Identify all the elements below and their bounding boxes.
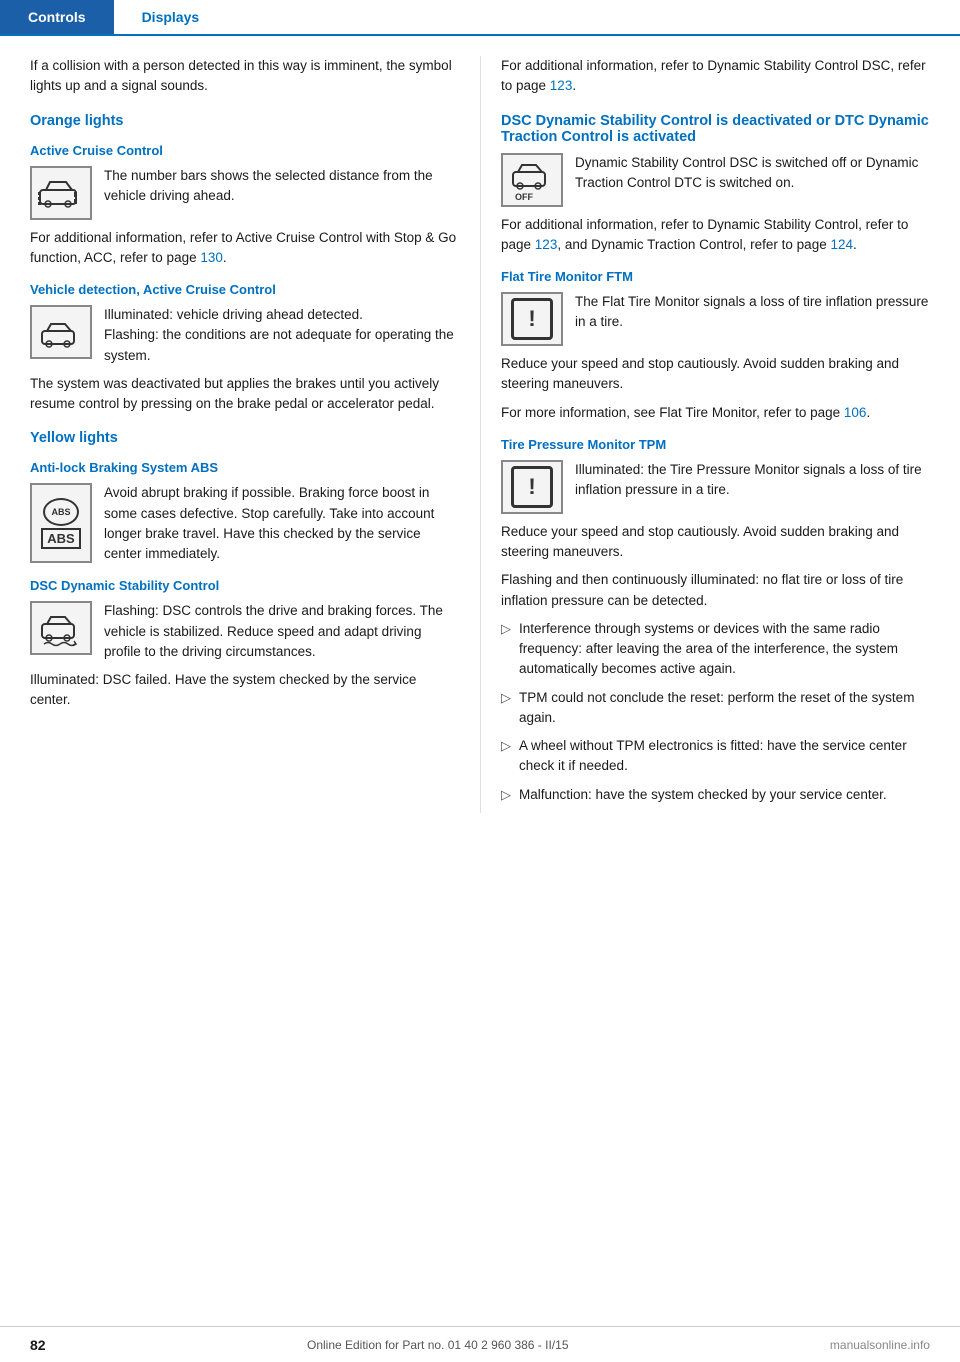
yellow-lights-heading: Yellow lights (30, 430, 460, 446)
bullet-text: Malfunction: have the system checked by … (519, 785, 887, 805)
tpm-icon: ! (501, 460, 563, 514)
dsc-ref-page-link[interactable]: 123 (550, 78, 573, 93)
main-content: If a collision with a person detected in… (0, 36, 960, 813)
ftm-block: ! The Flat Tire Monitor signals a loss o… (501, 292, 930, 346)
acc-heading: Active Cruise Control (30, 143, 460, 158)
bullet-arrow-icon: ▷ (501, 785, 511, 805)
page-number: 82 (30, 1337, 46, 1353)
vehicle-detection-icon (30, 305, 92, 359)
tpm-body2: Flashing and then continuously illuminat… (501, 570, 930, 611)
bullet-arrow-icon: ▷ (501, 736, 511, 777)
acc-icon-text: The number bars shows the selected dista… (104, 166, 460, 207)
dsc-deactivated-page2-link[interactable]: 124 (830, 237, 853, 252)
vehicle-detection-text: Illuminated: vehicle driving ahead detec… (104, 305, 460, 366)
abs-block: ABS ABS Avoid abrupt braking if possible… (30, 483, 460, 564)
list-item: ▷ Malfunction: have the system checked by… (501, 785, 930, 805)
bullet-text: A wheel without TPM electronics is fitte… (519, 736, 930, 777)
acc-page-link[interactable]: 130 (200, 250, 223, 265)
dsc-icon (30, 601, 92, 655)
tpm-block: ! Illuminated: the Tire Pressure Monitor… (501, 460, 930, 514)
abs-icon: ABS ABS (30, 483, 92, 563)
tpm-bullet-list: ▷Interference through systems or devices… (501, 619, 930, 805)
abs-icon-text: Avoid abrupt braking if possible. Brakin… (104, 483, 460, 564)
acc-block: The number bars shows the selected dista… (30, 166, 460, 220)
dsc-body-text: Illuminated: DSC failed. Have the system… (30, 670, 460, 711)
bullet-arrow-icon: ▷ (501, 688, 511, 729)
tpm-exclaim-icon: ! (511, 466, 553, 508)
bullet-text: Interference through systems or devices … (519, 619, 930, 680)
acc-ref-label: For additional information, refer to Act… (30, 230, 456, 265)
abs-heading: Anti-lock Braking System ABS (30, 460, 460, 475)
dsc-deactivated-ref: For additional information, refer to Dyn… (501, 215, 930, 256)
dsc-heading: DSC Dynamic Stability Control (30, 578, 460, 593)
dsc-block: Flashing: DSC controls the drive and bra… (30, 601, 460, 662)
tab-controls-label: Controls (28, 9, 86, 25)
ftm-heading: Flat Tire Monitor FTM (501, 269, 930, 284)
vehicle-detection-block: Illuminated: vehicle driving ahead detec… (30, 305, 460, 366)
list-item: ▷TPM could not conclude the reset: perfo… (501, 688, 930, 729)
intro-text: If a collision with a person detected in… (30, 56, 460, 97)
ftm-body1: Reduce your speed and stop cautiously. A… (501, 354, 930, 395)
dsc-deactivated-page1-link[interactable]: 123 (535, 237, 558, 252)
list-item: ▷Interference through systems or devices… (501, 619, 930, 680)
tab-displays-label: Displays (142, 9, 200, 25)
ftm-ref-page-link[interactable]: 106 (844, 405, 867, 420)
dsc-icon-text: Flashing: DSC controls the drive and bra… (104, 601, 460, 662)
ftm-exclaim-icon: ! (511, 298, 553, 340)
bottom-bar: 82 Online Edition for Part no. 01 40 2 9… (0, 1326, 960, 1362)
ftm-ref: For more information, see Flat Tire Moni… (501, 403, 930, 423)
top-navigation: Controls Displays (0, 0, 960, 36)
abs-circle-icon: ABS (43, 498, 79, 526)
ftm-ref-label: For more information, see Flat Tire Moni… (501, 405, 844, 420)
tpm-body1: Reduce your speed and stop cautiously. A… (501, 522, 930, 563)
orange-lights-heading: Orange lights (30, 113, 460, 129)
tpm-heading: Tire Pressure Monitor TPM (501, 437, 930, 452)
bullet-text: TPM could not conclude the reset: perfor… (519, 688, 930, 729)
right-column: For additional information, refer to Dyn… (480, 56, 960, 813)
ftm-icon: ! (501, 292, 563, 346)
dsc-deactivated-block: OFF Dynamic Stability Control DSC is swi… (501, 153, 930, 207)
abs-label-icon: ABS (41, 528, 80, 549)
footer-right-text: manualsonline.info (830, 1338, 930, 1352)
dsc-ref-text: For additional information, refer to Dyn… (501, 56, 930, 97)
tab-displays[interactable]: Displays (114, 0, 228, 34)
bullet-arrow-icon: ▷ (501, 619, 511, 680)
dsc-deactivated-text: Dynamic Stability Control DSC is switche… (575, 153, 930, 194)
acc-ref-text: For additional information, refer to Act… (30, 228, 460, 269)
left-column: If a collision with a person detected in… (0, 56, 480, 813)
list-item: ▷A wheel without TPM electronics is fitt… (501, 736, 930, 777)
footer-center-text: Online Edition for Part no. 01 40 2 960 … (307, 1338, 569, 1352)
ftm-icon-text: The Flat Tire Monitor signals a loss of … (575, 292, 930, 333)
dsc-deactivated-icon: OFF (501, 153, 563, 207)
svg-text:OFF: OFF (515, 192, 533, 202)
acc-icon (30, 166, 92, 220)
tab-controls[interactable]: Controls (0, 0, 114, 34)
dsc-deactivated-heading: DSC Dynamic Stability Control is deactiv… (501, 113, 930, 145)
tpm-icon-text: Illuminated: the Tire Pressure Monitor s… (575, 460, 930, 501)
vehicle-body-text: The system was deactivated but applies t… (30, 374, 460, 415)
vehicle-detection-heading: Vehicle detection, Active Cruise Control (30, 282, 460, 297)
